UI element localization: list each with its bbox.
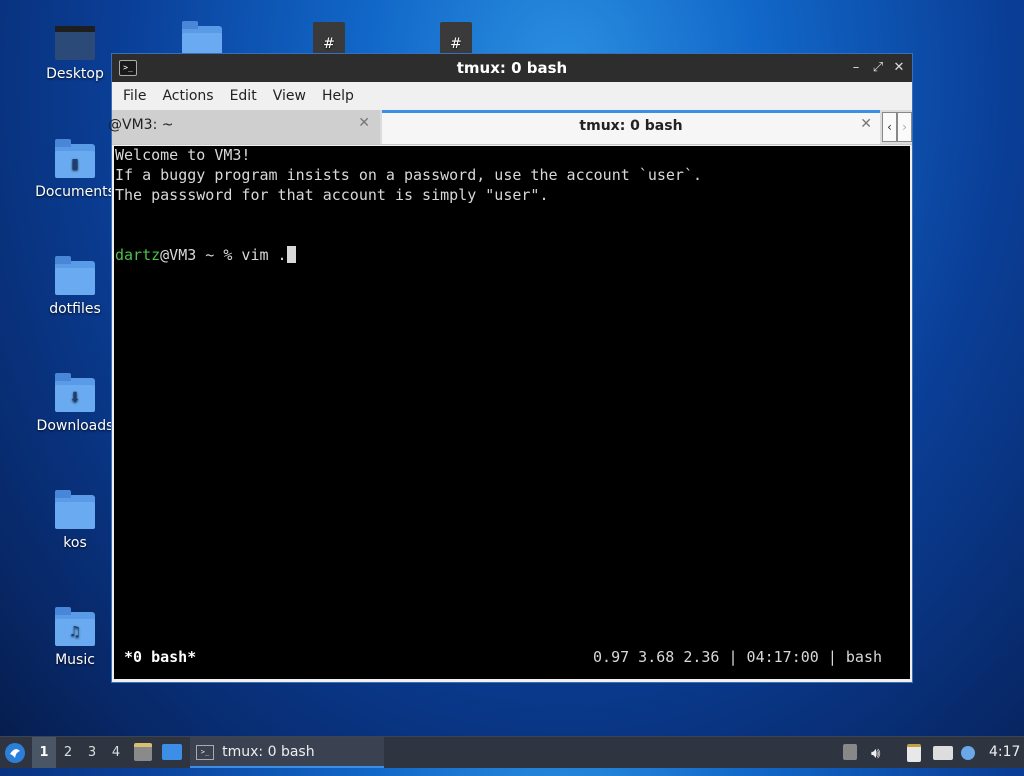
network-icon[interactable] (933, 744, 953, 762)
desktop-icon-label: Music (55, 652, 95, 668)
desktop-folder-icon (55, 22, 95, 62)
desktop-icon-downloads[interactable]: ⬇ Downloads (32, 373, 118, 434)
desktop-icon-label: Desktop (46, 66, 104, 82)
prompt-command: @VM3 ~ % vim . (160, 246, 287, 264)
downloads-folder-icon: ⬇ (55, 373, 95, 414)
window-title: tmux: 0 bash (456, 59, 568, 77)
clock[interactable]: 4:17 (989, 737, 1020, 768)
terminal-window: >_ tmux: 0 bash – ⤢ ✕ File Actions Edit … (108, 53, 913, 683)
prompt-username: dartz (115, 246, 161, 264)
tab-label: tmux: 0 bash (579, 118, 683, 134)
taskbar: 1 2 3 4 >_ tmux: 0 bash 🔊︎ 4:17 (0, 736, 1024, 768)
desktop-icon-label: Documents (35, 184, 115, 200)
desktop-icon-kos[interactable]: kos (32, 490, 118, 551)
app-menu-icon (5, 743, 25, 763)
tmux-status-window: *0 bash* (124, 648, 197, 666)
terminal-output[interactable]: Welcome to VM3! If a buggy program insis… (114, 146, 910, 679)
close-icon[interactable]: ✕ (889, 58, 909, 78)
menu-help[interactable]: Help (314, 88, 362, 104)
file-manager-launcher-icon[interactable] (134, 737, 154, 768)
desktop-icon-music[interactable]: ♫ Music (32, 607, 118, 668)
notification-icon[interactable] (961, 744, 979, 762)
tab-close-icon[interactable]: ✕ (358, 115, 370, 131)
tab-vm3-home[interactable]: @VM3: ~ ✕ (108, 110, 380, 144)
folder-icon (55, 256, 95, 297)
workspace-1[interactable]: 1 (32, 737, 56, 768)
desktop-icon-documents[interactable]: ▮ Documents (32, 139, 118, 200)
terminal-line: If a buggy program insists on a password… (115, 166, 702, 184)
minimize-icon[interactable]: – (846, 58, 866, 78)
tab-label: @VM3: ~ (108, 117, 174, 133)
maximize-icon[interactable]: ⤢ (868, 58, 888, 78)
volume-icon[interactable]: 🔊︎ (871, 744, 889, 762)
terminal-app-icon: >_ (196, 745, 214, 760)
updates-tray-icon[interactable] (843, 744, 861, 762)
window-titlebar[interactable]: >_ tmux: 0 bash – ⤢ ✕ (112, 54, 912, 82)
terminal-prompt-line: dartz@VM3 ~ % vim . (115, 246, 296, 264)
workspace-3[interactable]: 3 (80, 737, 104, 768)
show-desktop-icon[interactable] (162, 737, 184, 768)
tab-close-icon[interactable]: ✕ (860, 116, 872, 132)
tab-bar: @VM3: ~ ✕ tmux: 0 bash ✕ ‹ › (108, 110, 912, 145)
tab-scroll-right-icon[interactable]: › (897, 112, 912, 142)
desktop-icon-dotfiles[interactable]: dotfiles (32, 256, 118, 317)
workspace-4[interactable]: 4 (104, 737, 128, 768)
desktop-icon-desktop[interactable]: Desktop (32, 22, 118, 82)
tmux-status-info: 0.97 3.68 2.36 | 04:17:00 | bash (593, 648, 882, 666)
desktop-icon-label: Downloads (36, 418, 114, 434)
tab-scroll-left-icon[interactable]: ‹ (882, 112, 897, 142)
terminal-line: Welcome to VM3! (115, 146, 251, 164)
menu-file[interactable]: File (115, 88, 154, 104)
menu-edit[interactable]: Edit (222, 88, 265, 104)
folder-icon (55, 490, 95, 531)
workspace-2[interactable]: 2 (56, 737, 80, 768)
start-menu-button[interactable] (4, 737, 28, 768)
text-cursor (286, 246, 296, 263)
menu-actions[interactable]: Actions (154, 88, 221, 104)
documents-folder-icon: ▮ (55, 139, 95, 180)
taskbar-window-button[interactable]: >_ tmux: 0 bash (190, 737, 384, 768)
taskbar-window-label: tmux: 0 bash (222, 744, 315, 760)
tab-tmux-bash[interactable]: tmux: 0 bash ✕ (382, 110, 880, 144)
music-folder-icon: ♫ (55, 607, 95, 648)
terminal-line: The passsword for that account is simply… (115, 186, 549, 204)
menu-view[interactable]: View (265, 88, 314, 104)
clipboard-icon[interactable] (907, 744, 925, 762)
menu-bar: File Actions Edit View Help (112, 82, 912, 110)
desktop-icon-label: kos (63, 535, 87, 551)
desktop-icon-label: dotfiles (49, 301, 101, 317)
